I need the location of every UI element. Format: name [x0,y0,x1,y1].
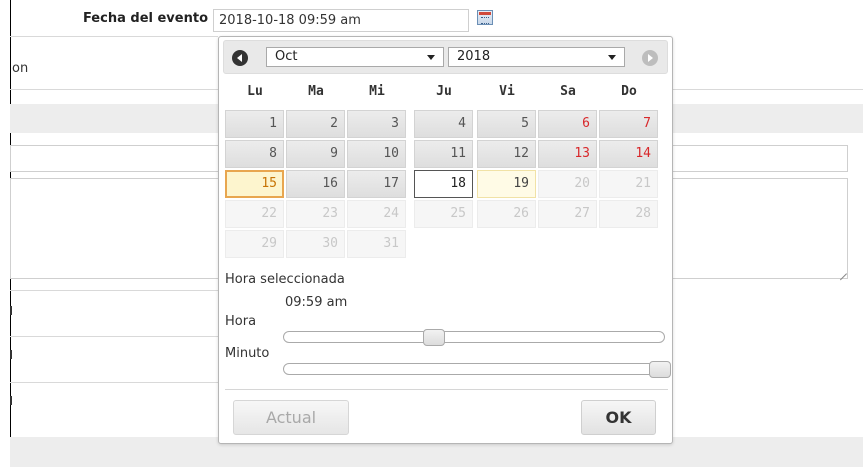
weekday-header: Do [621,84,637,99]
form-row-divider [10,382,218,383]
truncated-field-label: on [12,61,29,76]
datetime-picker-popup: Oct 2018 Lu Ma Mi Ju Vi Sa Do 1 2 3 4 5 6 7 8 9 10 11 12 1… [218,36,673,444]
field-marker [10,396,12,405]
calendar-day: 23 [286,200,345,228]
calendar-day[interactable]: 16 [286,170,345,198]
calendar-day[interactable]: 9 [286,140,345,168]
next-month-icon[interactable] [642,50,658,66]
calendar-day[interactable]: 1 [225,110,284,138]
hour-slider-handle[interactable] [423,329,445,346]
year-select[interactable]: 2018 [448,47,625,67]
calendar-day: 29 [225,230,284,258]
hour-slider[interactable] [283,329,665,346]
calendar-day[interactable]: 4 [414,110,473,138]
minute-slider-handle[interactable] [649,361,671,378]
calendar-day: 26 [477,200,536,228]
form-row-divider [10,290,218,291]
calendar-day[interactable]: 7 [599,110,658,138]
prev-month-icon[interactable] [232,50,248,66]
calendar-day[interactable]: 18 [414,170,473,198]
weekday-header: Sa [560,84,576,99]
calendar-day[interactable]: 8 [225,140,284,168]
selected-time-label: Hora seleccionada [225,272,345,287]
calendar-day[interactable]: 10 [347,140,406,168]
calendar-day: 21 [599,170,658,198]
calendar-day[interactable]: 15 [225,170,284,198]
weekday-header: Ju [436,84,452,99]
event-date-label: Fecha del evento [82,11,208,26]
month-select[interactable]: Oct [266,47,444,67]
minute-label: Minuto [225,346,270,361]
calendar-day[interactable]: 17 [347,170,406,198]
ok-button[interactable]: OK [581,400,656,435]
calendar-day: 24 [347,200,406,228]
calendar-day[interactable]: 11 [414,140,473,168]
field-marker [10,350,12,359]
dropdown-caret-icon [427,55,435,60]
calendar-day[interactable]: 3 [347,110,406,138]
textarea-resize-grip[interactable] [838,265,847,274]
month-select-value: Oct [275,49,298,64]
calendar-day[interactable]: 6 [538,110,597,138]
form-row-divider [10,336,218,337]
selected-time-value: 09:59 am [285,295,348,310]
calendar-day[interactable]: 12 [477,140,536,168]
datepicker-header: Oct 2018 [223,40,668,74]
weekday-header: Vi [499,84,515,99]
calendar-day: 31 [347,230,406,258]
weekday-header: Ma [308,84,324,99]
minute-slider[interactable] [283,361,671,378]
calendar-day: 27 [538,200,597,228]
weekday-header: Mi [369,84,385,99]
weekday-header: Lu [247,84,263,99]
calendar-day[interactable]: 5 [477,110,536,138]
calendar-day[interactable]: 14 [599,140,658,168]
calendar-day[interactable]: 13 [538,140,597,168]
form-row-divider [10,36,218,37]
datepicker-divider [225,389,668,390]
calendar-day: 22 [225,200,284,228]
dropdown-caret-icon [608,55,616,60]
calendar-day[interactable]: 19 [477,170,536,198]
calendar-day: 30 [286,230,345,258]
calendar-day[interactable]: 2 [286,110,345,138]
calendar-day: 25 [414,200,473,228]
calendar-day: 28 [599,200,658,228]
field-marker [10,306,12,315]
calendar-icon[interactable] [477,10,493,25]
now-button[interactable]: Actual [233,400,349,435]
event-date-input[interactable]: 2018-10-18 09:59 am [213,9,469,32]
year-select-value: 2018 [457,49,491,64]
hour-label: Hora [225,314,257,329]
calendar-day: 20 [538,170,597,198]
